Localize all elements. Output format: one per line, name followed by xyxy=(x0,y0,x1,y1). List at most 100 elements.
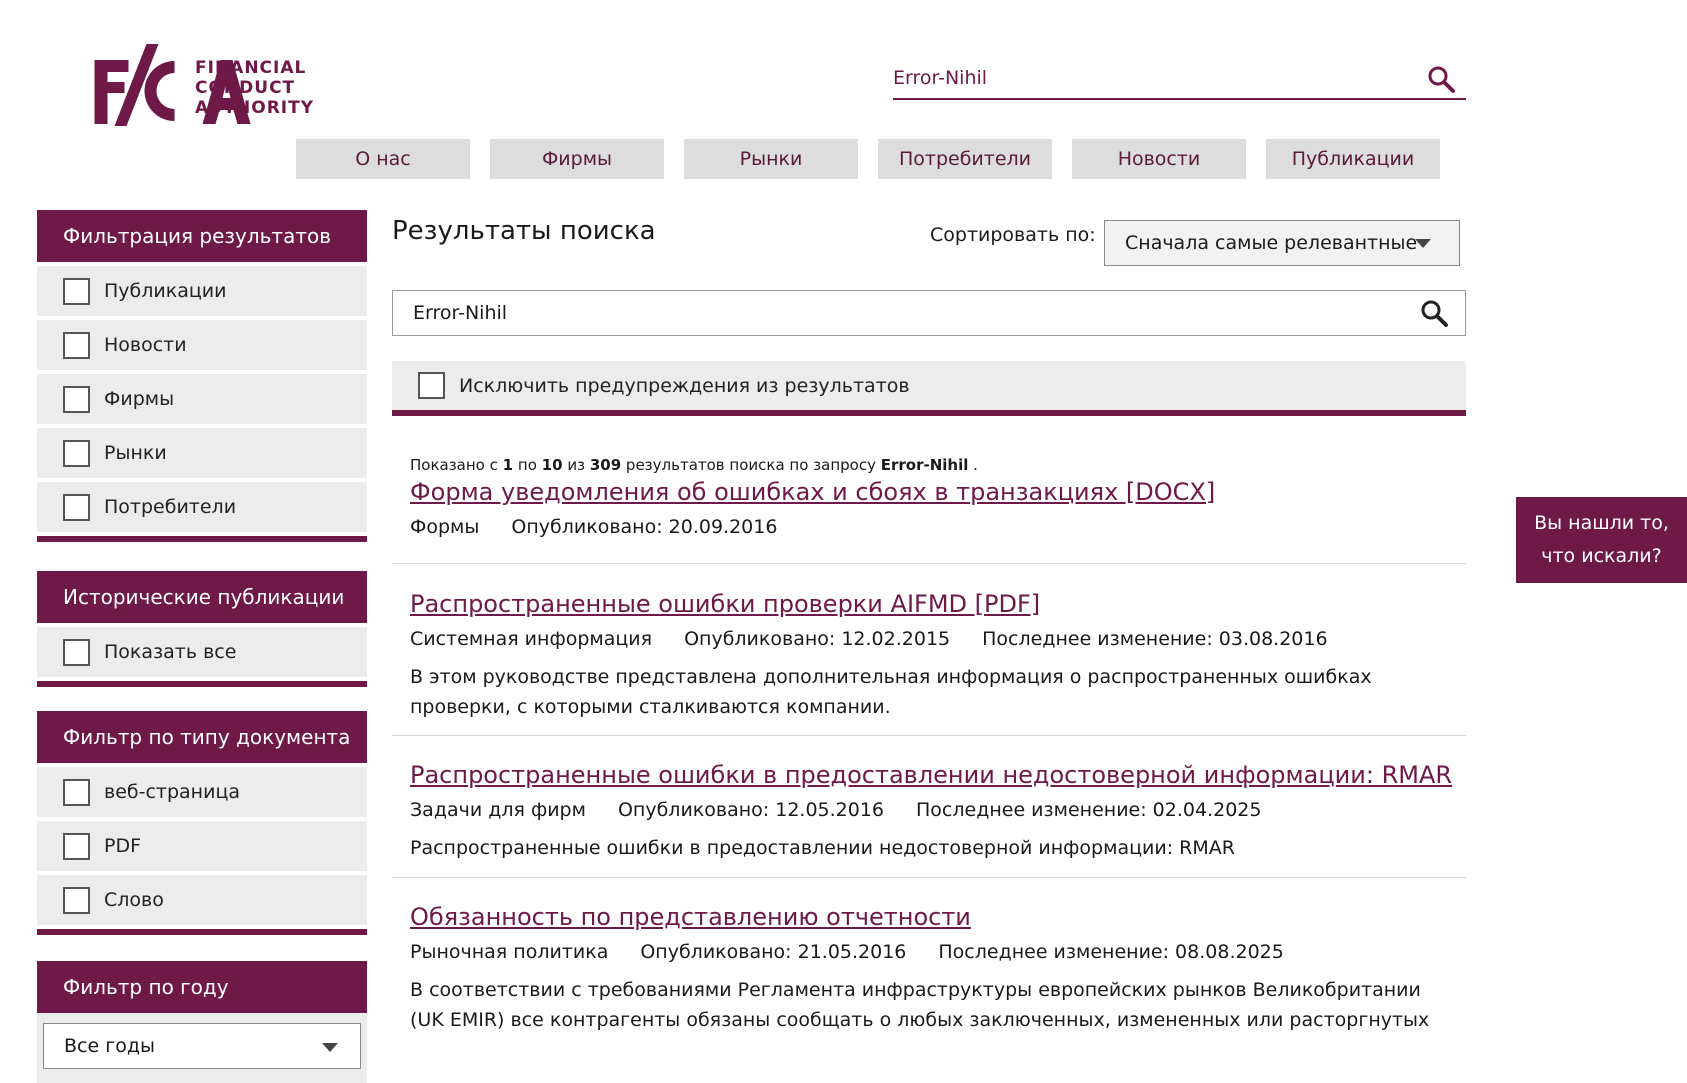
filter-item-markets[interactable]: Рынки xyxy=(37,428,367,478)
result-title-link[interactable]: Распространенные ошибки в предоставлении… xyxy=(410,761,1466,789)
result-meta: Задачи для фирм Опубликовано: 12.05.2016… xyxy=(410,799,1466,821)
checkbox[interactable] xyxy=(63,331,90,359)
result-modified: Последнее изменение: 08.08.2025 xyxy=(938,941,1284,963)
doc-type-panel: Фильтр по типу документа веб-страница PD… xyxy=(37,711,367,935)
result-item: Распространенные ошибки в предоставлении… xyxy=(392,761,1466,863)
nav-publications[interactable]: Публикации xyxy=(1266,139,1440,179)
header-search xyxy=(893,60,1466,100)
summary-text: по xyxy=(517,456,537,474)
result-modified: Последнее изменение: 03.08.2016 xyxy=(982,628,1328,650)
filter-item-consumers[interactable]: Потребители xyxy=(37,482,367,532)
year-select-wrap: Все годы xyxy=(37,1013,367,1083)
filter-item-label: Слово xyxy=(104,889,164,911)
nav-about[interactable]: О нас xyxy=(296,139,470,179)
year-select[interactable]: Все годы xyxy=(43,1023,361,1069)
summary-text: результатов поиска по запросу xyxy=(625,456,876,474)
sort-selected: Сначала самые релевантные xyxy=(1125,232,1418,254)
logo-text: FINANCIAL CONDUCT AUTHORITY xyxy=(195,58,314,118)
result-published: Опубликовано: 12.02.2015 xyxy=(684,628,951,650)
result-title-link[interactable]: Обязанность по представлению отчетности xyxy=(410,903,1466,931)
nav-consumers[interactable]: Потребители xyxy=(878,139,1052,179)
filter-item-pdf[interactable]: PDF xyxy=(37,821,367,871)
result-item: Обязанность по представлению отчетности … xyxy=(392,903,1466,1035)
filter-item-label: Публикации xyxy=(104,280,227,302)
logo-line-conduct: CONDUCT xyxy=(195,78,296,98)
filter-item-label: Показать все xyxy=(104,641,237,663)
filter-results-title: Фильтрация результатов xyxy=(37,210,367,262)
year-panel: Фильтр по году Все годы xyxy=(37,961,367,1083)
summary-to: 10 xyxy=(541,456,563,474)
filter-item-label: PDF xyxy=(104,835,142,857)
feedback-line: что искали? xyxy=(1541,545,1662,567)
historical-title: Исторические публикации xyxy=(37,571,367,623)
checkbox[interactable] xyxy=(418,372,445,399)
result-meta: Рыночная политика Опубликовано: 21.05.20… xyxy=(410,941,1466,963)
results-summary: Показано с 1 по 10 из 309 результатов по… xyxy=(410,456,978,474)
exclude-warnings-toggle[interactable]: Исключить предупреждения из результатов xyxy=(392,361,1466,416)
historical-panel: Исторические публикации Показать все xyxy=(37,571,367,687)
result-description: Распространенные ошибки в предоставлении… xyxy=(410,837,1235,859)
filter-item-label: Потребители xyxy=(104,496,237,518)
sort-select[interactable]: Сначала самые релевантные xyxy=(1104,220,1460,266)
filter-item-webpage[interactable]: веб-страница xyxy=(37,767,367,817)
summary-text: . xyxy=(973,456,978,474)
result-modified: Последнее изменение: 02.04.2025 xyxy=(916,799,1262,821)
checkbox[interactable] xyxy=(63,385,90,413)
result-divider xyxy=(392,877,1466,878)
search-icon[interactable] xyxy=(1419,298,1449,328)
summary-query: Error-Nihil xyxy=(880,456,969,474)
summary-text: из xyxy=(567,456,586,474)
result-type: Формы xyxy=(410,516,480,538)
filter-item-show-all[interactable]: Показать все xyxy=(37,627,367,677)
panel-divider xyxy=(37,929,367,935)
result-published: Опубликовано: 21.05.2016 xyxy=(640,941,907,963)
result-published: Опубликовано: 12.05.2016 xyxy=(617,799,885,821)
header-search-input[interactable] xyxy=(893,60,1393,96)
summary-text: Показано с xyxy=(410,456,498,474)
result-description: В этом руководстве представлена дополнит… xyxy=(410,666,1372,718)
filter-item-label: Новости xyxy=(104,334,187,356)
logo-line-authority: AUTHORITY xyxy=(195,98,315,118)
logo-line-financial: FINANCIAL xyxy=(195,58,307,78)
feedback-tab[interactable]: Вы нашли то, что искали? xyxy=(1516,497,1687,583)
summary-from: 1 xyxy=(502,456,514,474)
result-item: Форма уведомления об ошибках и сбоях в т… xyxy=(392,478,1466,538)
search-icon[interactable] xyxy=(1426,64,1456,94)
nav-news[interactable]: Новости xyxy=(1072,139,1246,179)
main-search-input[interactable] xyxy=(393,291,1293,335)
filter-item-word[interactable]: Слово xyxy=(37,875,367,925)
checkbox[interactable] xyxy=(63,638,90,666)
nav-markets[interactable]: Рынки xyxy=(684,139,858,179)
result-divider xyxy=(392,735,1466,736)
result-title-link[interactable]: Распространенные ошибки проверки AIFMD [… xyxy=(410,590,1466,618)
chevron-down-icon xyxy=(1415,239,1431,248)
checkbox[interactable] xyxy=(63,439,90,467)
result-meta: Системная информация Опубликовано: 12.02… xyxy=(410,628,1466,650)
sort-label: Сортировать по: xyxy=(930,224,1096,246)
checkbox[interactable] xyxy=(63,832,90,860)
checkbox[interactable] xyxy=(63,277,90,305)
panel-divider xyxy=(37,536,367,542)
year-selected: Все годы xyxy=(64,1035,155,1057)
result-meta: Формы Опубликовано: 20.09.2016 xyxy=(410,516,1466,538)
year-title: Фильтр по году xyxy=(37,961,367,1013)
filter-item-news[interactable]: Новости xyxy=(37,320,367,370)
filter-item-label: веб-страница xyxy=(104,781,241,803)
feedback-line: Вы нашли то, xyxy=(1534,512,1669,534)
result-title-link[interactable]: Форма уведомления об ошибках и сбоях в т… xyxy=(410,478,1466,506)
filter-item-firms[interactable]: Фирмы xyxy=(37,374,367,424)
filter-results-panel: Фильтрация результатов Публикации Новост… xyxy=(37,210,367,542)
checkbox[interactable] xyxy=(63,886,90,914)
main-search xyxy=(392,290,1466,336)
result-published: Опубликовано: 20.09.2016 xyxy=(511,516,778,538)
panel-divider xyxy=(37,681,367,687)
checkbox[interactable] xyxy=(63,778,90,806)
checkbox[interactable] xyxy=(63,493,90,521)
filter-item-label: Рынки xyxy=(104,442,167,464)
result-divider xyxy=(392,563,1466,564)
result-type: Задачи для фирм xyxy=(410,799,586,821)
result-type: Рыночная политика xyxy=(410,941,609,963)
result-description: В соответствии с требованиями Регламента… xyxy=(410,979,1430,1031)
filter-item-publications[interactable]: Публикации xyxy=(37,266,367,316)
nav-firms[interactable]: Фирмы xyxy=(490,139,664,179)
